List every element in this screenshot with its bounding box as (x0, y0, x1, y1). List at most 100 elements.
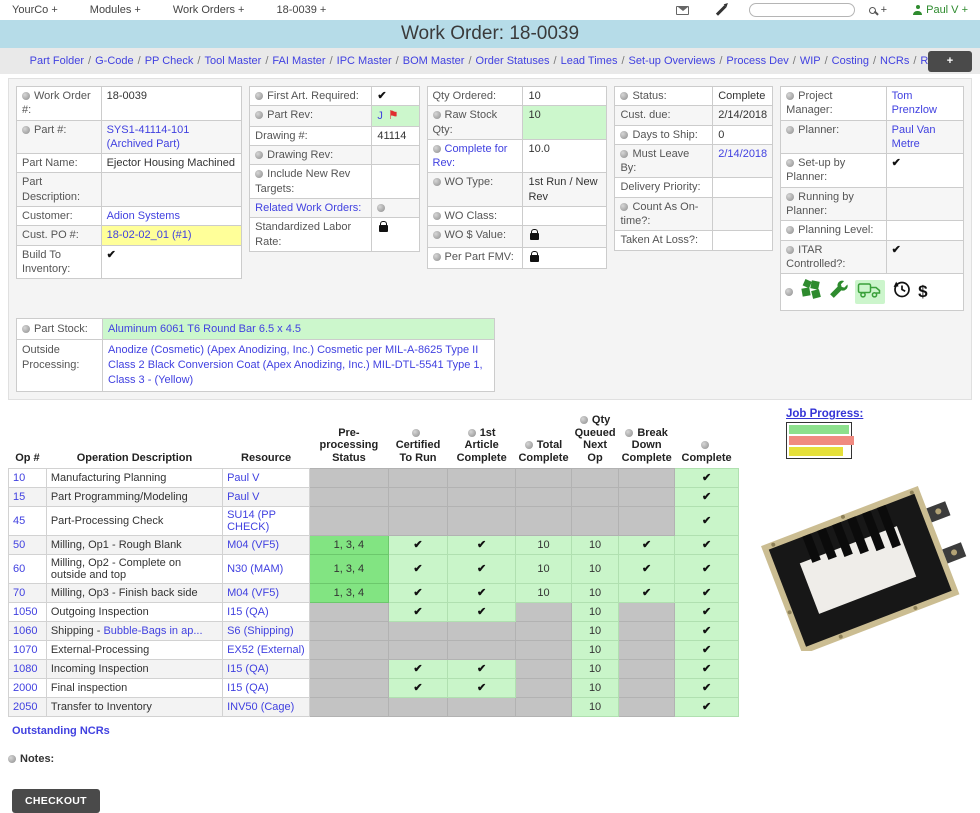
resource-link[interactable]: I15 (QA) (227, 663, 269, 675)
nav-item-3[interactable]: 18-0039 + (276, 4, 326, 16)
breadcrumb-link-5[interactable]: IPC Master (337, 55, 392, 67)
help-icon[interactable] (255, 92, 263, 100)
breadcrumb-link-0[interactable]: Part Folder (30, 55, 84, 67)
search-add-button[interactable]: + (869, 4, 887, 16)
help-icon[interactable] (412, 429, 420, 437)
truck-icon[interactable] (855, 280, 885, 304)
nav-item-0[interactable]: YourCo + (12, 4, 58, 16)
field-value[interactable]: J (377, 110, 383, 122)
field-value[interactable]: Adion Systems (107, 210, 180, 222)
help-icon[interactable] (433, 212, 441, 220)
op-number-link[interactable]: 1060 (13, 625, 37, 637)
field-label[interactable]: Complete for Rev: (433, 143, 508, 169)
breadcrumb-link-10[interactable]: Process Dev (726, 55, 788, 67)
resource-link[interactable]: INV50 (Cage) (227, 701, 294, 713)
help-icon[interactable] (433, 231, 441, 239)
help-icon[interactable] (786, 226, 794, 234)
breadcrumb-link-4[interactable]: FAI Master (272, 55, 325, 67)
help-icon[interactable] (468, 429, 476, 437)
help-icon[interactable] (620, 131, 628, 139)
field-value[interactable]: Paul Van Metre (892, 124, 936, 150)
help-icon[interactable] (580, 416, 588, 424)
breadcrumb-link-7[interactable]: Order Statuses (476, 55, 550, 67)
op-number-link[interactable]: 15 (13, 491, 25, 503)
add-tab-button[interactable]: + (928, 51, 972, 72)
field-value[interactable]: Anodize (Cosmetic) (Apex Anodizing, Inc.… (108, 344, 483, 386)
help-icon[interactable] (620, 150, 628, 158)
breadcrumb-link-6[interactable]: BOM Master (403, 55, 465, 67)
resource-link[interactable]: S6 (Shipping) (227, 625, 294, 637)
resource-link[interactable]: M04 (VF5) (227, 539, 279, 551)
help-icon[interactable] (255, 111, 263, 119)
help-icon[interactable] (786, 159, 794, 167)
resource-link[interactable]: EX52 (External) (227, 644, 305, 656)
help-icon[interactable] (22, 126, 30, 134)
nav-item-2[interactable]: Work Orders + (173, 4, 245, 16)
help-icon[interactable] (255, 151, 263, 159)
resource-link[interactable]: I15 (QA) (227, 606, 269, 618)
help-icon[interactable] (625, 429, 633, 437)
breadcrumb-link-13[interactable]: NCRs (880, 55, 909, 67)
breadcrumb-link-8[interactable]: Lead Times (561, 55, 618, 67)
op-number-link[interactable]: 1080 (13, 663, 37, 675)
help-icon[interactable] (620, 203, 628, 211)
breadcrumb-link-12[interactable]: Costing (832, 55, 869, 67)
help-icon[interactable] (620, 92, 628, 100)
user-menu[interactable]: Paul V + (913, 4, 968, 16)
field-value[interactable]: Tom Prenzlow (892, 90, 937, 116)
field-value[interactable]: SYS1-41114-101 (Archived Part) (107, 124, 190, 150)
help-icon[interactable] (785, 288, 793, 296)
breadcrumb-link-11[interactable]: WIP (800, 55, 821, 67)
pencil-icon[interactable] (716, 5, 726, 15)
breadcrumb-link-9[interactable]: Set-up Overviews (629, 55, 716, 67)
field-value[interactable]: 18-02-02_01 (#1) (107, 229, 192, 241)
breadcrumb-link-3[interactable]: Tool Master (204, 55, 261, 67)
op-number-link[interactable]: 45 (13, 515, 25, 527)
op-number-link[interactable]: 1050 (13, 606, 37, 618)
wrench-icon[interactable] (828, 279, 849, 304)
help-icon[interactable] (786, 126, 794, 134)
resource-link[interactable]: N30 (MAM) (227, 563, 283, 575)
help-icon[interactable] (433, 253, 441, 261)
search-input[interactable] (749, 3, 855, 17)
history-icon[interactable] (891, 279, 912, 304)
nav-item-1[interactable]: Modules + (90, 4, 141, 16)
op-description-link[interactable]: Bubble-Bags in ap... (103, 625, 202, 637)
help-icon[interactable] (525, 441, 533, 449)
help-icon[interactable] (701, 441, 709, 449)
op-number-link[interactable]: 10 (13, 472, 25, 484)
field-value[interactable]: 2/14/2018 (718, 148, 767, 160)
op-number-link[interactable]: 50 (13, 539, 25, 551)
help-icon[interactable] (255, 170, 263, 178)
field-value[interactable]: Aluminum 6061 T6 Round Bar 6.5 x 4.5 (108, 323, 301, 335)
checkout-button[interactable]: CHECKOUT (12, 789, 100, 813)
help-icon[interactable] (377, 204, 385, 212)
breadcrumb-link-1[interactable]: G-Code (95, 55, 134, 67)
resource-link[interactable]: Paul V (227, 472, 259, 484)
breadcrumb-link-2[interactable]: PP Check (145, 55, 194, 67)
op-number-link[interactable]: 60 (13, 563, 25, 575)
dollar-icon[interactable]: $ (918, 281, 927, 303)
field-label[interactable]: Related Work Orders: (255, 202, 361, 214)
envelope-icon[interactable] (676, 6, 689, 15)
resource-link[interactable]: Paul V (227, 491, 259, 503)
job-progress-link[interactable]: Job Progress: (786, 408, 974, 420)
help-icon[interactable] (786, 92, 794, 100)
help-icon[interactable] (786, 246, 794, 254)
help-icon[interactable] (433, 145, 441, 153)
outstanding-ncrs-link[interactable]: Outstanding NCRs (12, 725, 110, 737)
modules-icon[interactable] (800, 279, 822, 304)
help-icon[interactable] (22, 325, 30, 333)
help-icon[interactable] (22, 92, 30, 100)
resource-link[interactable]: M04 (VF5) (227, 587, 279, 599)
op-number-link[interactable]: 2000 (13, 682, 37, 694)
resource-link[interactable]: SU14 (PP CHECK) (227, 509, 276, 533)
help-icon[interactable] (8, 755, 16, 763)
op-number-link[interactable]: 1070 (13, 644, 37, 656)
resource-link[interactable]: I15 (QA) (227, 682, 269, 694)
op-number-link[interactable]: 70 (13, 587, 25, 599)
op-number-link[interactable]: 2050 (13, 701, 37, 713)
help-icon[interactable] (786, 193, 794, 201)
help-icon[interactable] (433, 111, 441, 119)
help-icon[interactable] (433, 178, 441, 186)
